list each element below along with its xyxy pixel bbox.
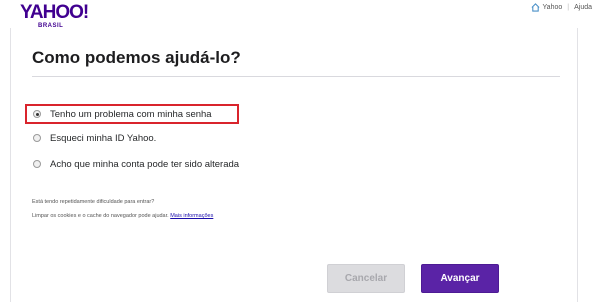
option-label: Tenho um problema com minha senha (50, 108, 212, 120)
option-password-problem[interactable]: Tenho um problema com minha senha (25, 104, 240, 124)
radio-button[interactable] (33, 160, 41, 168)
nav-help-link[interactable]: Ajuda (574, 4, 592, 11)
home-icon[interactable] (531, 3, 540, 12)
nav-separator: | (567, 4, 570, 11)
title-divider (32, 76, 560, 77)
logo-text: YAHOO! (20, 2, 89, 23)
nav-home-link[interactable]: Yahoo (543, 4, 563, 11)
next-button[interactable]: Avançar (421, 264, 499, 293)
option-forgot-id[interactable]: Esqueci minha ID Yahoo. (25, 131, 239, 145)
more-info-link[interactable]: Mais informações (170, 213, 213, 219)
help-card: Como podemos ajudá-lo? Tenho um problema… (10, 28, 578, 302)
options-list: Tenho um problema com minha senha Esquec… (25, 104, 240, 183)
radio-button[interactable] (33, 134, 41, 142)
option-label: Acho que minha conta pode ter sido alter… (50, 158, 240, 170)
help-line-1: Está tendo repetidamente dificuldade par… (32, 199, 155, 205)
cancel-button[interactable]: Cancelar (327, 264, 405, 293)
option-account-compromised[interactable]: Acho que minha conta pode ter sido alter… (25, 157, 239, 171)
top-nav: Yahoo | Ajuda (531, 3, 592, 12)
radio-button-selected[interactable] (33, 110, 41, 118)
page-title: Como podemos ajudá-lo? (32, 48, 241, 67)
help-line-2: Limpar os cookies e o cache do navegador… (32, 213, 214, 219)
option-label: Esqueci minha ID Yahoo. (50, 132, 157, 144)
help-text: Está tendo repetidamente dificuldade par… (32, 195, 213, 223)
yahoo-logo[interactable]: YAHOO! BRASIL (20, 3, 90, 30)
